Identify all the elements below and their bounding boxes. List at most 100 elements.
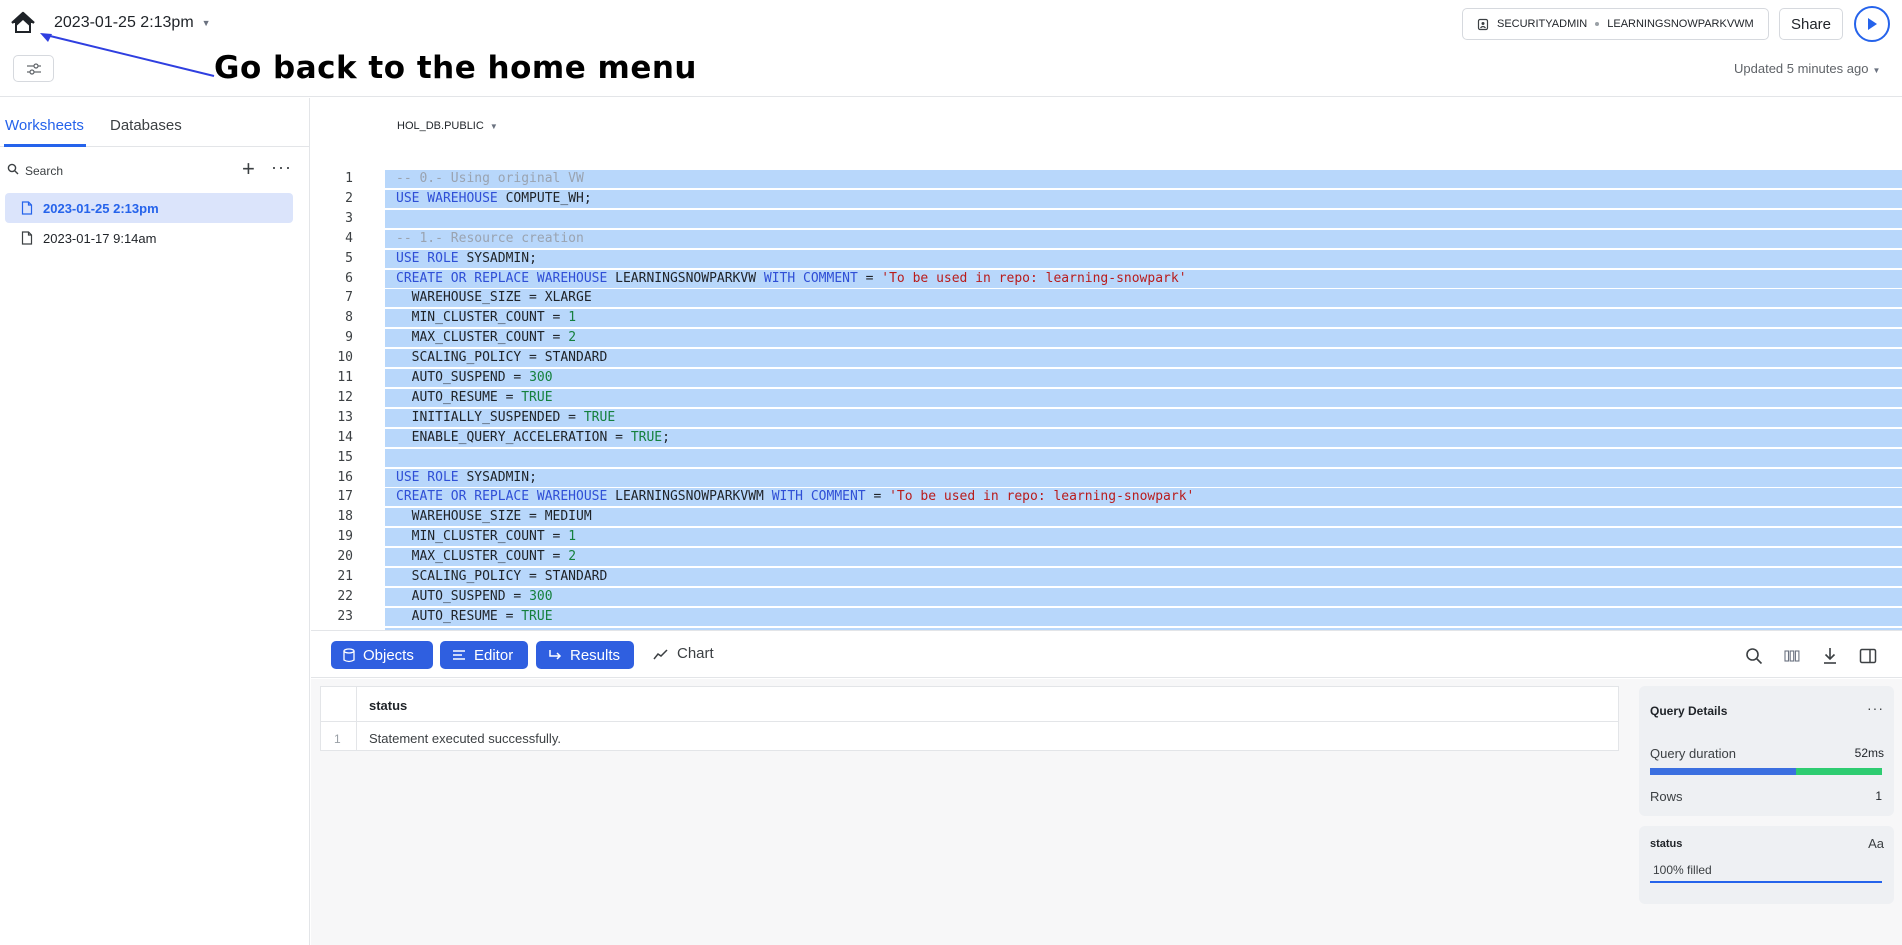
- code-line[interactable]: 12 AUTO_RESUME = TRUE: [311, 388, 1902, 407]
- home-icon[interactable]: [10, 11, 36, 35]
- code-line[interactable]: 8 MIN_CLUSTER_COUNT = 1: [311, 309, 1902, 328]
- code-line[interactable]: 14 ENABLE_QUERY_ACCELERATION = TRUE;: [311, 428, 1902, 447]
- code-line[interactable]: 6 CREATE OR REPLACE WAREHOUSE LEARNINGSNO…: [311, 269, 1902, 288]
- search-input[interactable]: Search: [25, 164, 63, 178]
- editor-toggle-button[interactable]: Editor: [440, 641, 528, 669]
- code-token: 'To be used in repo: learning-snowpark': [889, 489, 1195, 505]
- column-stats-panel[interactable]: status Aa 100% filled: [1639, 826, 1894, 904]
- code-line[interactable]: 20 MAX_CLUSTER_COUNT = 2: [311, 548, 1902, 567]
- code-token: TRUE: [583, 409, 616, 425]
- selection-highlight: [385, 229, 1902, 248]
- code-line[interactable]: 19 MIN_CLUSTER_COUNT = 1: [311, 528, 1902, 547]
- line-number: 3: [345, 210, 353, 226]
- tab-worksheets[interactable]: Worksheets: [5, 117, 84, 134]
- columns-icon[interactable]: [1782, 646, 1802, 666]
- code-token: MAX_CLUSTER_COUNT =: [396, 549, 569, 565]
- column-header-status[interactable]: status: [369, 698, 407, 713]
- selection-highlight: [385, 448, 1902, 467]
- code-line[interactable]: 15: [311, 448, 1902, 467]
- share-button[interactable]: Share: [1779, 8, 1843, 40]
- code-line[interactable]: 4 -- 1.- Resource creation: [311, 229, 1902, 248]
- code-token: WITH COMMENT: [763, 270, 858, 286]
- code-token: MAX_CLUSTER_COUNT =: [396, 330, 569, 346]
- selection-highlight: [385, 209, 1902, 228]
- code-line[interactable]: 5 USE ROLE SYSADMIN;: [311, 249, 1902, 268]
- database-context: HOL_DB.PUBLIC: [397, 120, 484, 132]
- file-icon: [21, 231, 33, 245]
- context-selector[interactable]: SECURITYADMIN LEARNINGSNOWPARKVWM: [1462, 8, 1769, 40]
- query-duration-bar: [1650, 768, 1882, 775]
- code-line[interactable]: 9 MAX_CLUSTER_COUNT = 2: [311, 329, 1902, 348]
- selection-highlight: [385, 170, 1902, 188]
- split-panel-icon[interactable]: [1858, 646, 1878, 666]
- code-line[interactable]: 13 INITIALLY_SUSPENDED = TRUE: [311, 408, 1902, 427]
- selection-highlight: [385, 548, 1902, 567]
- add-worksheet-icon[interactable]: +: [242, 157, 255, 181]
- code-line[interactable]: 18 WAREHOUSE_SIZE = MEDIUM: [311, 508, 1902, 527]
- code-text: SCALING_POLICY = STANDARD: [396, 349, 608, 367]
- annotation-text: Go back to the home menu: [214, 50, 697, 86]
- role-badge-icon: [1477, 18, 1489, 30]
- table-cell[interactable]: Statement executed successfully.: [369, 731, 561, 746]
- search-icon[interactable]: [1744, 646, 1764, 666]
- code-text: SCALING_POLICY = STANDARD: [396, 568, 608, 586]
- code-line[interactable]: 7 WAREHOUSE_SIZE = XLARGE: [311, 289, 1902, 308]
- worksheet-title: 2023-01-25 2:13pm: [54, 14, 194, 31]
- selection-highlight: [385, 587, 1902, 606]
- selection-highlight: [385, 468, 1902, 487]
- download-icon[interactable]: [1820, 646, 1840, 666]
- code-token: 1: [568, 310, 577, 326]
- updated-status[interactable]: Updated 5 minutes ago ▼: [1734, 61, 1880, 76]
- code-token: TRUE: [521, 608, 553, 624]
- code-line[interactable]: 21 SCALING_POLICY = STANDARD: [311, 568, 1902, 586]
- code-line[interactable]: 3: [311, 209, 1902, 228]
- selection-highlight: [385, 369, 1902, 387]
- worksheet-item-label: 2023-01-25 2:13pm: [43, 200, 159, 216]
- more-options-icon[interactable]: ···: [1867, 700, 1884, 716]
- tab-databases[interactable]: Databases: [110, 117, 182, 134]
- database-context-selector[interactable]: HOL_DB.PUBLIC ▼: [397, 120, 498, 132]
- line-number: 10: [337, 350, 353, 366]
- more-options-icon[interactable]: ···: [271, 157, 292, 178]
- code-token: AUTO_SUSPEND =: [396, 370, 530, 385]
- sql-editor[interactable]: 1 -- 0.- Using original VW 2 USE WAREHOUSE …: [311, 160, 1902, 630]
- code-line[interactable]: 10 SCALING_POLICY = STANDARD: [311, 349, 1902, 368]
- column-stats-name: status: [1650, 838, 1683, 850]
- run-button[interactable]: [1854, 6, 1890, 42]
- results-table: status 1 Statement executed successfully…: [320, 686, 1619, 751]
- code-token: AUTO_RESUME =: [396, 608, 522, 624]
- search-icon: [7, 163, 19, 175]
- line-number: 22: [337, 588, 353, 604]
- selection-highlight: [385, 508, 1902, 527]
- worksheet-list-item[interactable]: 2023-01-25 2:13pm: [5, 193, 293, 223]
- query-details-title: Query Details: [1650, 704, 1728, 718]
- sidebar-tabs: Worksheets Databases: [0, 98, 309, 147]
- code-token: SCALING_POLICY = STANDARD: [396, 350, 608, 366]
- code-line[interactable]: 11 AUTO_SUSPEND = 300: [311, 369, 1902, 387]
- line-number: 2: [345, 190, 353, 206]
- worksheet-list-item[interactable]: 2023-01-17 9:14am: [5, 223, 293, 253]
- code-token: USE ROLE: [396, 250, 459, 266]
- file-icon: [21, 201, 33, 215]
- rows-value: 1: [1875, 789, 1882, 803]
- code-token: WAREHOUSE_SIZE = MEDIUM: [396, 509, 592, 525]
- code-line[interactable]: 1 -- 0.- Using original VW: [311, 170, 1902, 188]
- worksheet-title-dropdown[interactable]: 2023-01-25 2:13pm ▼: [54, 14, 211, 32]
- code-line[interactable]: 22 AUTO_SUSPEND = 300: [311, 587, 1902, 606]
- query-duration-value: 52ms: [1854, 746, 1884, 760]
- code-line[interactable]: 16 USE ROLE SYSADMIN;: [311, 468, 1902, 487]
- chart-toggle-button[interactable]: Chart: [653, 645, 714, 662]
- code-token: 'To be used in repo: learning-snowpark': [881, 270, 1187, 286]
- objects-toggle-button[interactable]: Objects: [331, 641, 433, 669]
- code-text: WAREHOUSE_SIZE = MEDIUM: [396, 508, 592, 526]
- results-toggle-button[interactable]: Results: [536, 641, 634, 669]
- code-line[interactable]: 17 CREATE OR REPLACE WAREHOUSE LEARNINGSN…: [311, 488, 1902, 507]
- code-token: SYSADMIN;: [458, 469, 537, 485]
- code-line[interactable]: 2 USE WAREHOUSE COMPUTE_WH;: [311, 189, 1902, 208]
- code-token: =: [857, 270, 882, 286]
- row-index: 1: [334, 732, 341, 746]
- lines-icon: [453, 650, 465, 660]
- chart-label: Chart: [677, 645, 714, 662]
- objects-label: Objects: [363, 646, 414, 664]
- code-line[interactable]: 23 AUTO_RESUME = TRUE: [311, 607, 1902, 626]
